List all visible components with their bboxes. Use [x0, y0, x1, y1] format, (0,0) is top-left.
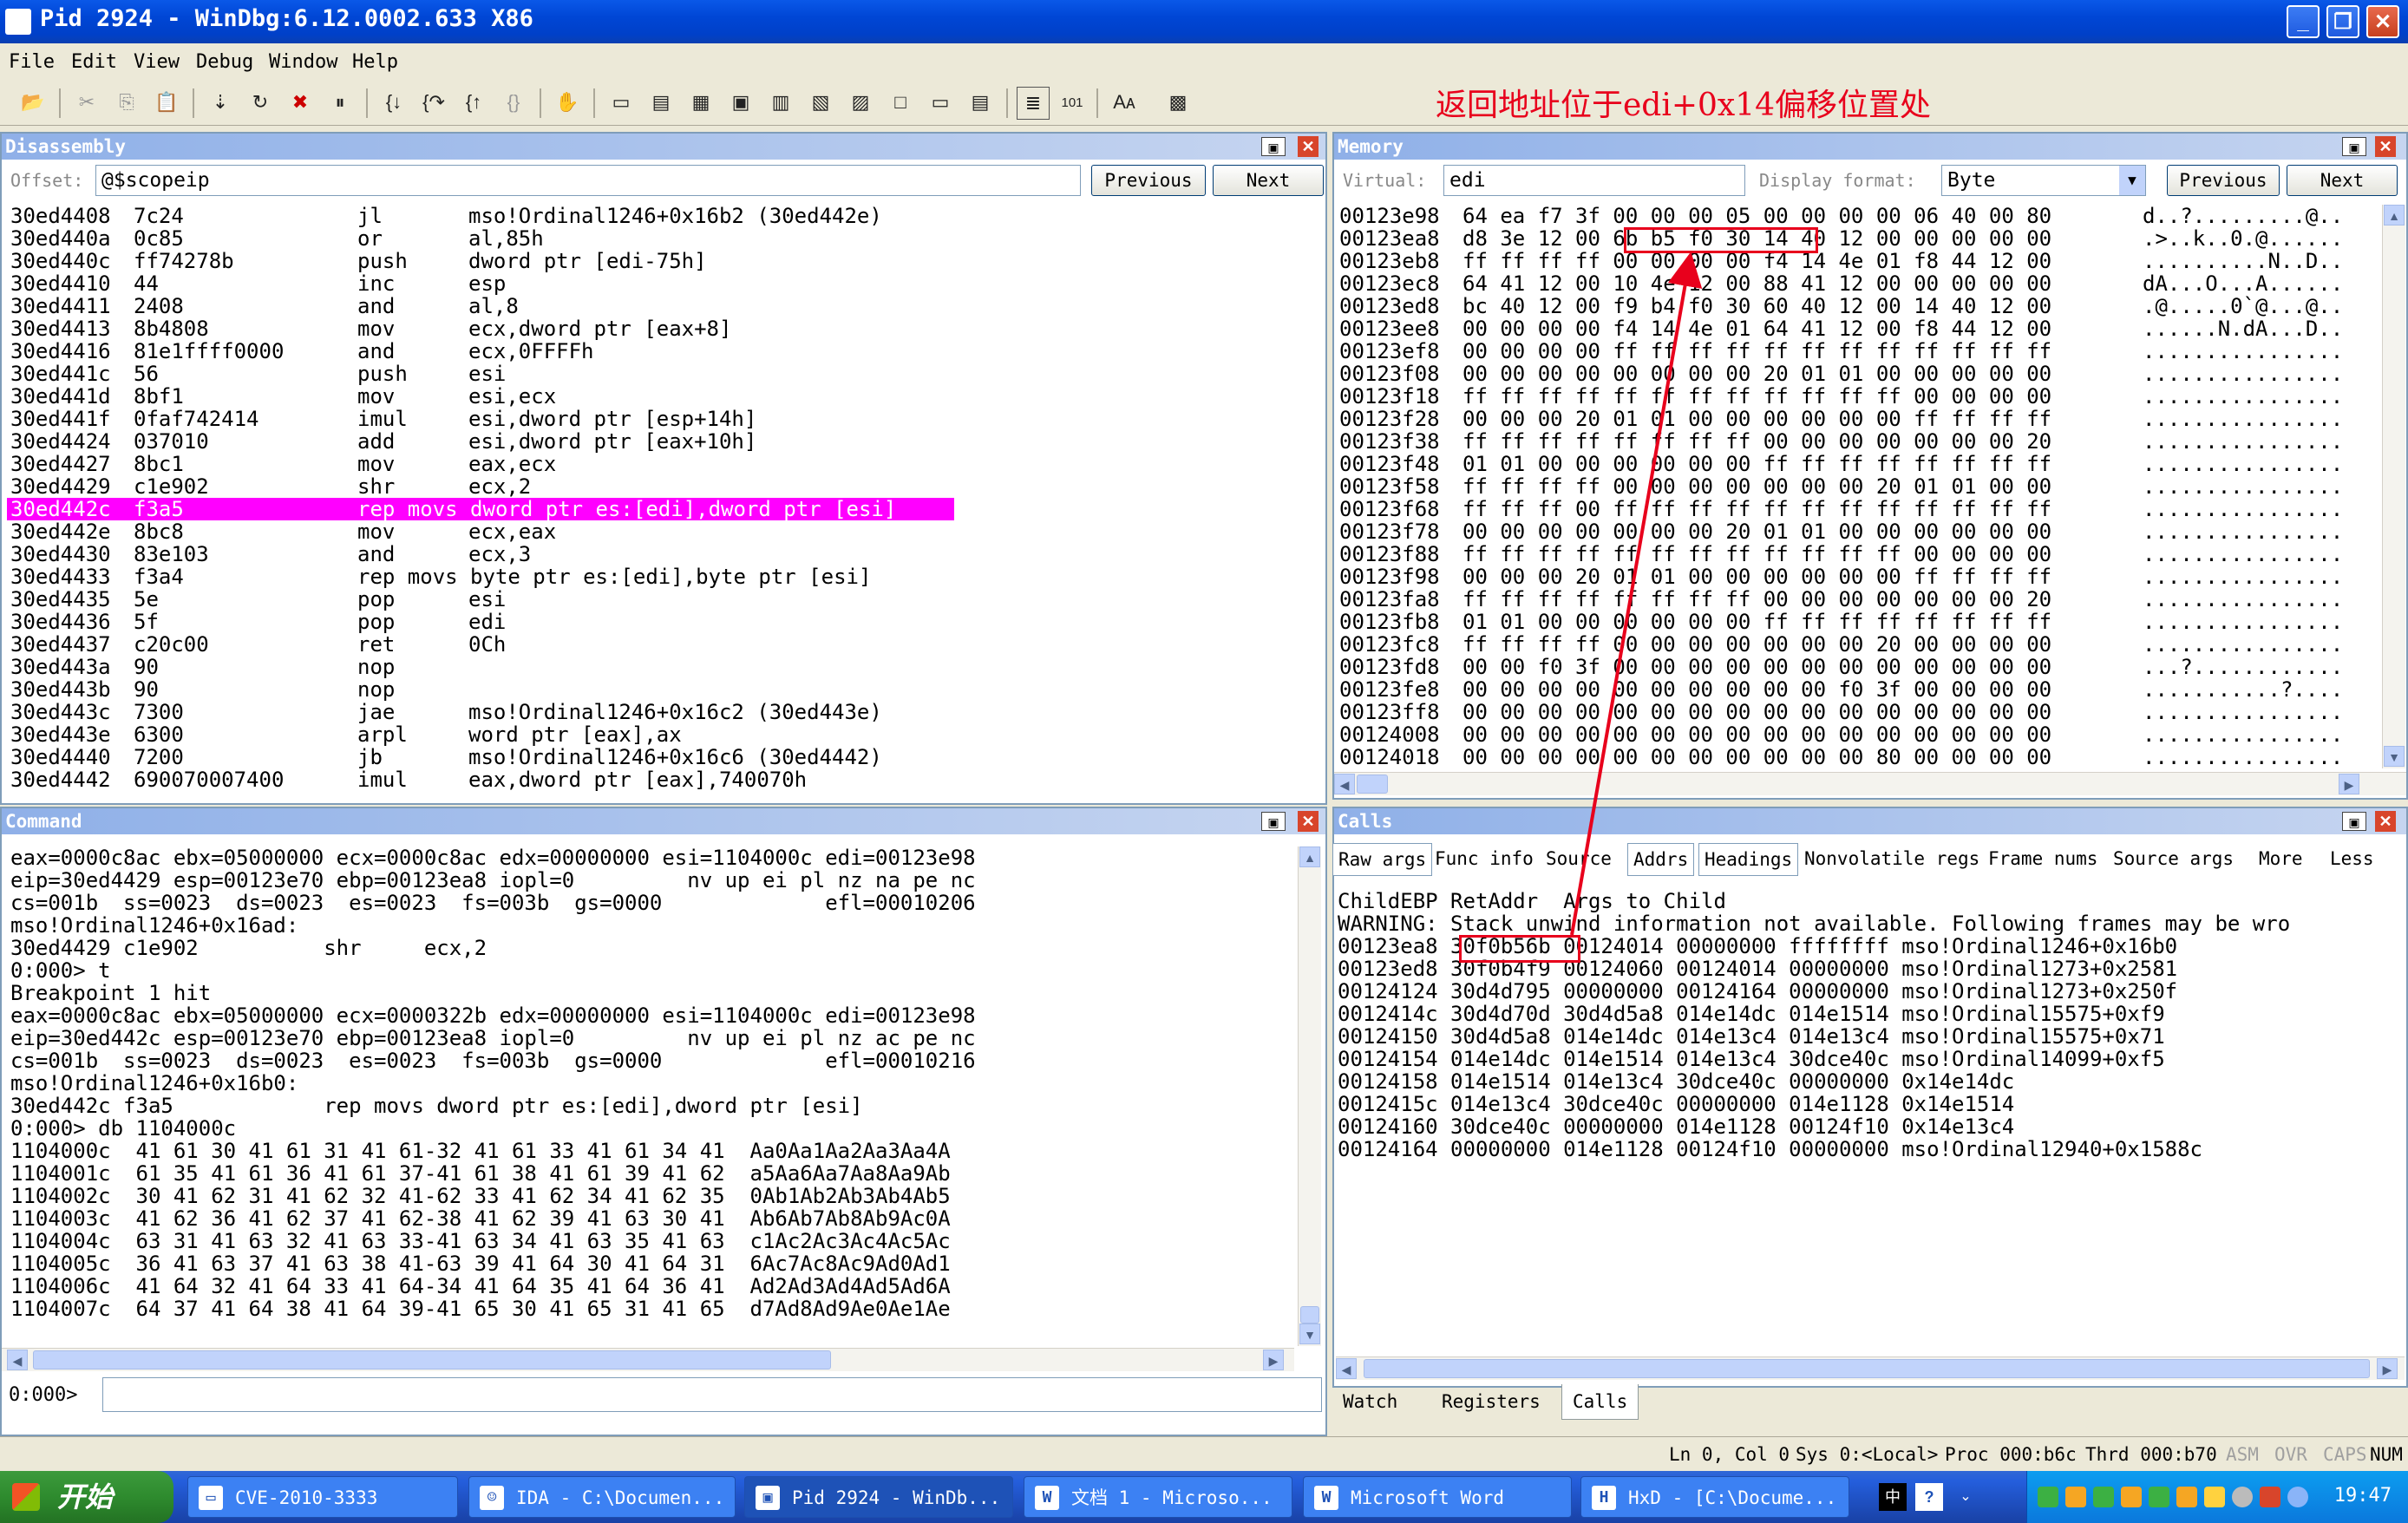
status-asm: ASM: [2226, 1444, 2259, 1465]
status-num: NUM: [2370, 1444, 2403, 1465]
ime-icon[interactable]: 中: [1879, 1483, 1907, 1511]
network-icon[interactable]: [2149, 1487, 2169, 1507]
folder-icon: ▭: [199, 1486, 223, 1510]
windbg-icon: ▣: [756, 1486, 780, 1510]
network-icon[interactable]: [2093, 1487, 2114, 1507]
windows-logo-icon: [12, 1483, 40, 1511]
status-caps: CAPS: [2323, 1444, 2367, 1465]
volume-icon[interactable]: [2232, 1487, 2253, 1507]
status-thread: Thrd 000:b70: [2085, 1444, 2217, 1465]
word-doc-icon: W: [1035, 1486, 1059, 1510]
taskbar-item[interactable]: H HxD - [C:\Docume...: [1580, 1476, 1849, 1518]
status-ovr: OVR: [2274, 1444, 2307, 1465]
word-icon: W: [1314, 1486, 1338, 1510]
taskbar-item[interactable]: ▭ CVE-2010-3333: [187, 1476, 458, 1518]
status-sys: Sys 0:<Local>: [1796, 1444, 1939, 1465]
start-label: 开始: [57, 1481, 114, 1513]
network-icon[interactable]: [2121, 1487, 2142, 1507]
help-icon[interactable]: ?: [1915, 1483, 1943, 1511]
antivirus-icon[interactable]: [2260, 1487, 2280, 1507]
ime-options-icon[interactable]: ⌄: [1952, 1483, 1979, 1511]
security-shield-icon[interactable]: [2204, 1487, 2225, 1507]
network-icon[interactable]: [2038, 1487, 2058, 1507]
messenger-icon[interactable]: [2287, 1487, 2308, 1507]
taskbar-item[interactable]: ☺ IDA - C:\Documen...: [468, 1476, 736, 1518]
status-line-col: Ln 0, Col 0: [1669, 1444, 1790, 1465]
network-icon[interactable]: [2176, 1487, 2197, 1507]
system-tray: 19:47: [2026, 1471, 2408, 1523]
network-icon[interactable]: [2065, 1487, 2086, 1507]
annotation-arrow: [1570, 252, 1703, 936]
hxd-icon: H: [1592, 1486, 1616, 1510]
status-proc: Proc 000:b6c: [1945, 1444, 2077, 1465]
taskbar-item[interactable]: W 文档 1 - Microso...: [1024, 1476, 1292, 1518]
taskbar: 开始 ▭ CVE-2010-3333 ☺ IDA - C:\Documen... ▣…: [0, 1471, 2408, 1523]
ida-icon: ☺: [480, 1486, 504, 1510]
clock: 19:47: [2333, 1485, 2392, 1507]
start-button[interactable]: 开始: [0, 1471, 173, 1523]
taskbar-item[interactable]: W Microsoft Word: [1303, 1476, 1572, 1518]
taskbar-item[interactable]: ▣ Pid 2924 - WinDb...: [744, 1476, 1013, 1518]
status-bar: Ln 0, Col 0 Sys 0:<Local> Proc 000:b6c T…: [0, 1436, 2408, 1472]
